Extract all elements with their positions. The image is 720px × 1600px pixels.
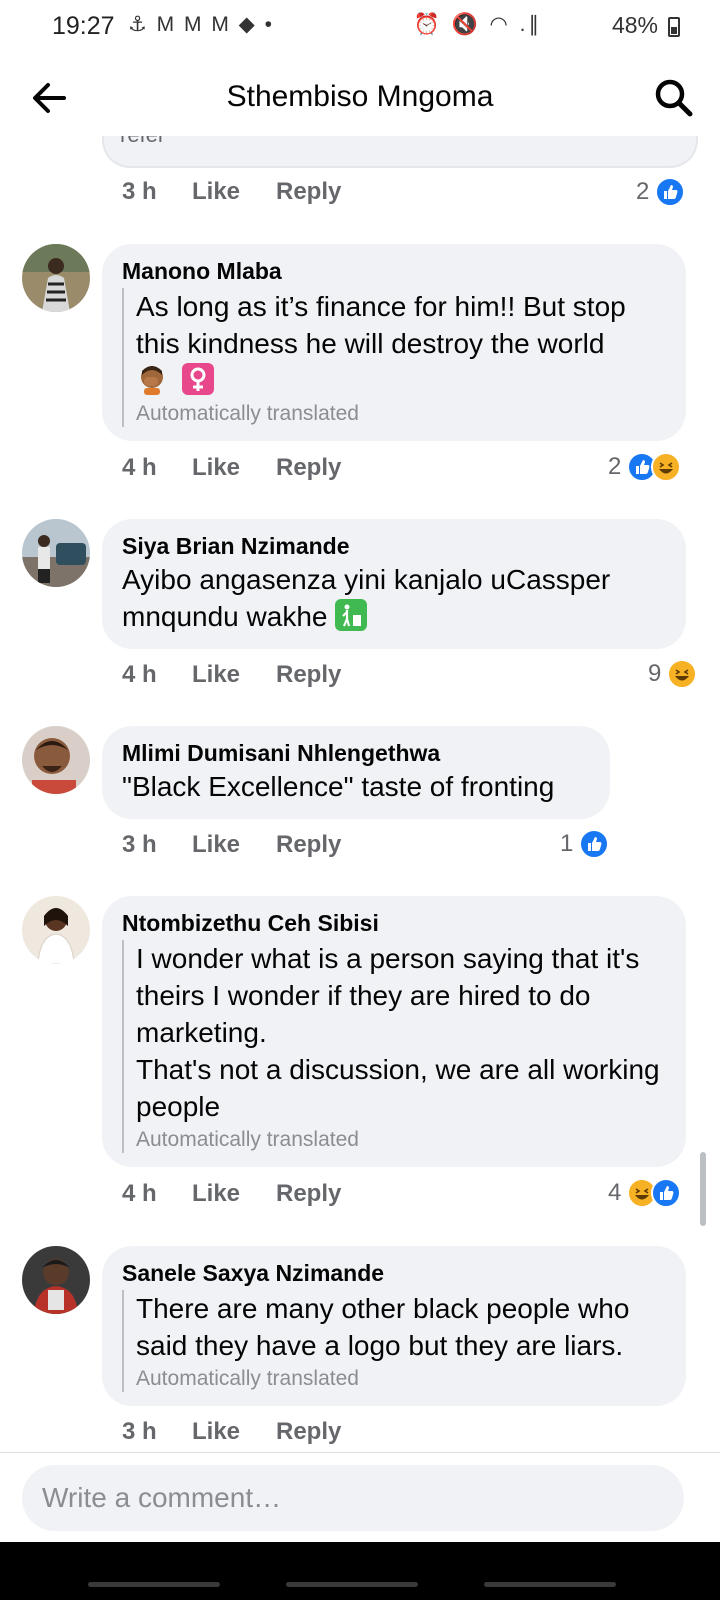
reaction-count: 2 — [608, 453, 622, 480]
facepalm-emoji-icon — [136, 363, 168, 395]
header-bar: Sthembiso Mngoma — [0, 60, 720, 136]
reaction-count: 9 — [648, 660, 662, 687]
reaction-summary[interactable]: 1 — [560, 828, 610, 860]
comment-composer — [0, 1452, 720, 1542]
comment-bubble: Sanele Saxya Nzimande There are many oth… — [102, 1246, 686, 1406]
comment-text: There are many other black people who sa… — [136, 1293, 630, 1361]
reaction-count: 2 — [636, 178, 650, 205]
comment-input[interactable] — [22, 1465, 684, 1531]
page-title: Sthembiso Mngoma — [226, 80, 494, 113]
comment-text-line: That's not a discussion, we are all work… — [136, 1054, 660, 1122]
translated-block: As long as it’s finance for him!! But st… — [122, 288, 666, 427]
avatar[interactable] — [22, 896, 90, 964]
battery-percent: 48% — [611, 12, 658, 38]
system-status-icons: ⏰ 🔇 ◠ .∥ — [413, 13, 542, 36]
reply-button[interactable]: Reply — [276, 1180, 341, 1208]
comment-bubble: Ntombizethu Ceh Sibisi I wonder what is … — [102, 896, 686, 1167]
comment-author[interactable]: Ntombizethu Ceh Sibisi — [122, 908, 666, 938]
litter-bin-emoji-icon — [335, 599, 368, 631]
comment-author[interactable]: Siya Brian Nzimande — [122, 531, 666, 561]
comment-text: "Black Excellence" taste of fronting — [122, 771, 555, 802]
reply-button[interactable]: Reply — [276, 1418, 341, 1446]
reaction-count: 4 — [608, 1179, 622, 1206]
status-bar: 19:27 ⚓ M M M ◆ • ⏰ 🔇 ◠ .∥ 48% — [0, 0, 720, 54]
avatar[interactable] — [22, 1246, 90, 1314]
comment-text: As long as it’s finance for him!! But st… — [136, 288, 666, 399]
comment-bubble: Siya Brian Nzimande Ayibo angasenza yini… — [102, 519, 686, 649]
reply-button[interactable]: Reply — [276, 831, 341, 859]
nav-recents-button[interactable] — [88, 1582, 220, 1587]
like-button[interactable]: Like — [192, 1418, 240, 1446]
avatar[interactable] — [22, 519, 90, 587]
auto-translated-label[interactable]: Automatically translated — [136, 1366, 666, 1392]
comment-author[interactable]: Sanele Saxya Nzimande — [122, 1258, 666, 1288]
reaction-summary[interactable]: 2 — [608, 451, 682, 483]
like-button[interactable]: Like — [192, 178, 240, 206]
comment-time: 3 h — [122, 1418, 157, 1445]
reply-button[interactable]: Reply — [276, 454, 341, 482]
translated-block: There are many other black people who sa… — [122, 1290, 666, 1392]
reply-button[interactable]: Reply — [276, 178, 341, 206]
like-button[interactable]: Like — [192, 1180, 240, 1208]
comment-author[interactable]: Mlimi Dumisani Nhlengethwa — [122, 738, 590, 768]
reaction-summary[interactable]: 4 — [608, 1177, 682, 1209]
scrollbar-thumb[interactable] — [700, 1152, 706, 1226]
battery-icon — [668, 17, 680, 37]
translated-block: I wonder what is a person saying that it… — [122, 940, 666, 1153]
auto-translated-label[interactable]: Automatically translated — [136, 1127, 666, 1153]
notification-icons: ⚓ M M M ◆ • — [128, 13, 274, 36]
status-time: 19:27 — [52, 12, 115, 40]
nav-back-button[interactable] — [484, 1582, 616, 1587]
comment-time: 3 h — [122, 831, 157, 858]
comment-time: 4 h — [122, 661, 157, 688]
comment-author[interactable]: Manono Mlaba — [122, 256, 666, 286]
comment-text-line: I wonder what is a person saying that it… — [136, 943, 640, 1048]
like-reaction-icon — [651, 1178, 682, 1208]
comment-bubble: Manono Mlaba As long as it’s finance for… — [102, 244, 686, 441]
reaction-summary[interactable]: 2 — [636, 176, 686, 208]
reply-button[interactable]: Reply — [276, 661, 341, 689]
like-reaction-icon — [655, 177, 686, 207]
comment-text: Ayibo angasenza yini kanjalo uCassper mn… — [122, 561, 666, 635]
comment-time: 3 h — [122, 178, 157, 205]
like-button[interactable]: Like — [192, 831, 240, 859]
system-nav-bar — [0, 1542, 720, 1600]
reaction-summary[interactable]: 9 — [648, 658, 698, 690]
avatar[interactable] — [22, 726, 90, 794]
search-icon[interactable] — [652, 76, 696, 120]
auto-translated-label[interactable]: Automatically translated — [136, 401, 666, 427]
like-button[interactable]: Like — [192, 661, 240, 689]
like-button[interactable]: Like — [192, 454, 240, 482]
nav-home-button[interactable] — [286, 1582, 418, 1587]
avatar[interactable] — [22, 244, 90, 312]
comment-text-content: As long as it’s finance for him!! But st… — [136, 291, 626, 359]
comment-bubble: Mlimi Dumisani Nhlengethwa "Black Excell… — [102, 726, 610, 819]
reaction-count: 1 — [560, 830, 574, 857]
comment-time: 4 h — [122, 454, 157, 481]
like-reaction-icon — [579, 829, 610, 859]
comment-time: 4 h — [122, 1180, 157, 1207]
haha-reaction-icon — [667, 659, 698, 689]
haha-reaction-icon — [651, 452, 682, 482]
female-sign-emoji-icon — [181, 363, 214, 395]
